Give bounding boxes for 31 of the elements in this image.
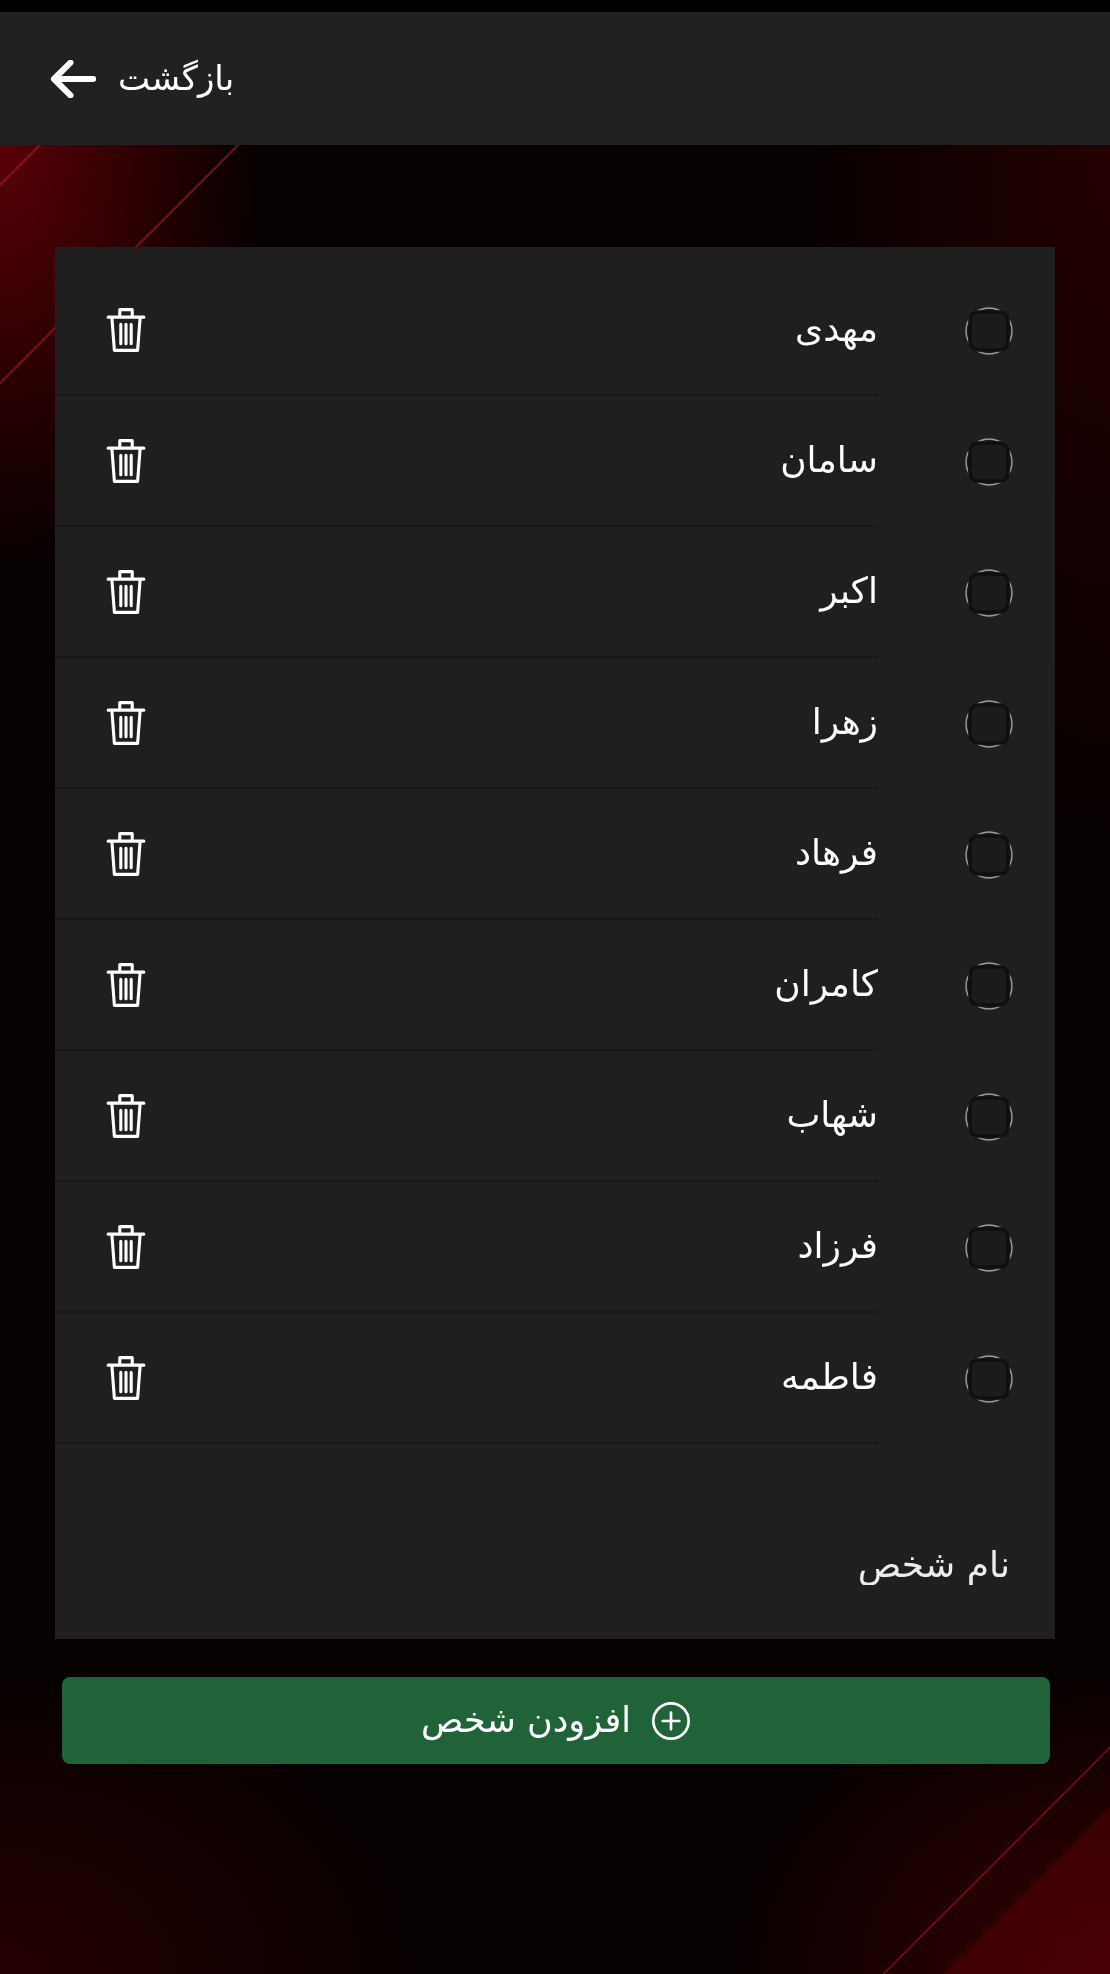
- person-name: مهدی: [795, 307, 878, 352]
- arrow-left-icon: [50, 59, 96, 98]
- checkbox[interactable]: [965, 830, 1013, 879]
- person-name: فرزاد: [797, 1224, 878, 1269]
- back-button[interactable]: بازگشت: [50, 56, 235, 101]
- checkbox[interactable]: [965, 437, 1013, 486]
- trash-icon[interactable]: [106, 1355, 146, 1400]
- person-name: سامان: [780, 438, 878, 483]
- person-name: زهرا: [811, 700, 878, 745]
- checkbox[interactable]: [965, 961, 1013, 1010]
- trash-icon[interactable]: [106, 1093, 146, 1138]
- person-name: شهاب: [786, 1093, 878, 1138]
- trash-icon[interactable]: [106, 307, 146, 352]
- trash-icon[interactable]: [106, 831, 146, 876]
- person-name: فاطمه: [781, 1355, 878, 1400]
- person-name: کامران: [774, 962, 878, 1007]
- trash-icon[interactable]: [106, 700, 146, 745]
- person-name: اکبر: [820, 569, 878, 614]
- checkbox[interactable]: [965, 1092, 1013, 1141]
- person-name: فرهاد: [794, 831, 878, 876]
- trash-icon[interactable]: [106, 438, 146, 483]
- checkbox[interactable]: [965, 1223, 1013, 1272]
- add-person-button[interactable]: افزودن شخص: [62, 1677, 1050, 1764]
- checkbox[interactable]: [965, 699, 1013, 748]
- checkbox[interactable]: [965, 568, 1013, 617]
- checkbox[interactable]: [965, 1354, 1013, 1403]
- plus-circle-icon: [650, 1700, 691, 1741]
- trash-icon[interactable]: [106, 962, 146, 1007]
- trash-icon[interactable]: [106, 1224, 146, 1269]
- trash-icon[interactable]: [106, 569, 146, 614]
- checkbox[interactable]: [965, 306, 1013, 355]
